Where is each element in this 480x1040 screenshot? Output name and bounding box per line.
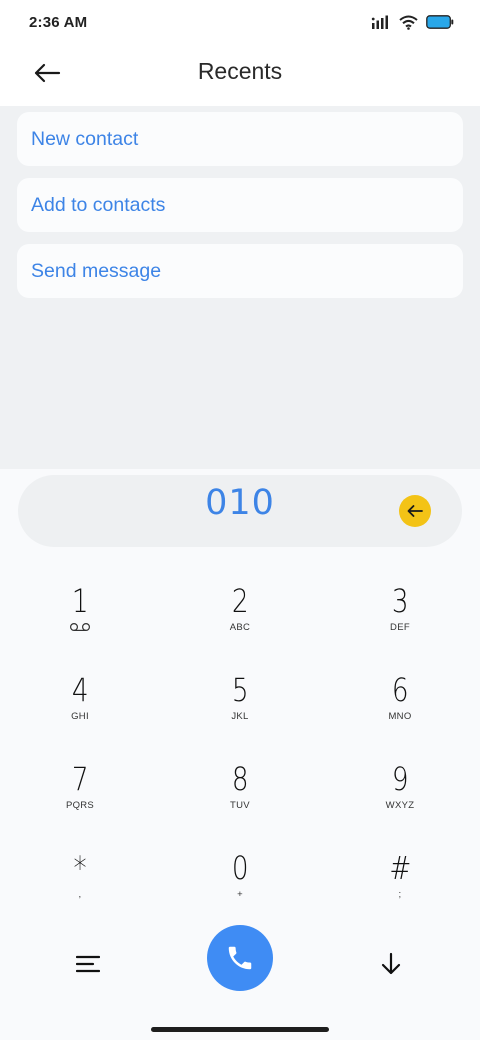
- key-5[interactable]: 5 JKL: [180, 671, 300, 747]
- status-bar: 2:36 AM: [0, 0, 480, 44]
- key-letters: JKL: [231, 711, 249, 722]
- home-indicator[interactable]: [151, 1027, 329, 1032]
- key-letters: MNO: [388, 711, 412, 722]
- key-digit: 0: [231, 849, 249, 887]
- key-digit: 4: [71, 671, 89, 709]
- wifi-icon: [399, 15, 418, 30]
- key-digit: 1: [71, 582, 89, 620]
- key-letters: ;: [398, 889, 402, 900]
- backspace-arrow-icon: [407, 505, 423, 517]
- backspace-button[interactable]: [399, 495, 431, 527]
- key-letters: +: [237, 889, 243, 900]
- key-4[interactable]: 4 GHI: [20, 671, 140, 747]
- add-to-contacts-button[interactable]: Add to contacts: [17, 178, 463, 232]
- dialed-number: 010: [205, 483, 275, 523]
- key-3[interactable]: 3 DEF: [340, 582, 460, 658]
- key-digit: 5: [231, 671, 249, 709]
- key-0[interactable]: 0 +: [180, 849, 300, 925]
- key-letters: PQRS: [65, 800, 95, 811]
- key-7[interactable]: 7 PQRS: [20, 760, 140, 836]
- key-6[interactable]: 6 MNO: [340, 671, 460, 747]
- key-digit: 8: [231, 760, 249, 798]
- new-contact-button[interactable]: New contact: [17, 112, 463, 166]
- key-star[interactable]: * ,: [20, 849, 140, 925]
- key-1[interactable]: 1: [20, 582, 140, 658]
- number-display: 010: [18, 475, 462, 547]
- key-digit: 6: [391, 671, 409, 709]
- key-digit: *: [73, 849, 87, 887]
- menu-icon: [76, 955, 100, 973]
- key-letters: ,: [78, 889, 82, 900]
- battery-icon: [426, 15, 454, 29]
- voicemail-icon: [69, 622, 91, 632]
- key-digit: 3: [391, 582, 409, 620]
- key-9[interactable]: 9 WXYZ: [340, 760, 460, 836]
- key-digit: 2: [231, 582, 249, 620]
- dialer-bottom-bar: [0, 924, 480, 1000]
- status-time: 2:36 AM: [29, 13, 88, 31]
- key-letters: GHI: [71, 711, 89, 722]
- key-2[interactable]: 2 ABC: [180, 582, 300, 658]
- key-digit: 7: [71, 760, 89, 798]
- phone-icon: [228, 946, 252, 970]
- actions-panel: New contact Add to contacts Send message: [0, 106, 480, 469]
- call-button[interactable]: [207, 925, 273, 991]
- signal-icon: [371, 15, 388, 29]
- key-letters: WXYZ: [385, 800, 415, 811]
- arrow-down-icon: [381, 952, 401, 975]
- dialpad: 010 1 2 ABC 3 DEF 4 GHI 5 JKL 6 MNO 7 PQ…: [0, 469, 480, 1020]
- key-digit: 9: [391, 760, 409, 798]
- key-letters: ABC: [229, 622, 251, 633]
- page-title: Recents: [197, 58, 283, 84]
- key-hash[interactable]: # ;: [340, 849, 460, 925]
- send-message-button[interactable]: Send message: [17, 244, 463, 298]
- key-8[interactable]: 8 TUV: [180, 760, 300, 836]
- key-digit: #: [389, 849, 411, 887]
- key-letters: DEF: [390, 622, 410, 633]
- key-letters: TUV: [230, 800, 250, 811]
- status-icons: [371, 15, 454, 30]
- header: Recents: [0, 44, 480, 106]
- collapse-dialpad-button[interactable]: [373, 946, 409, 982]
- menu-button[interactable]: [70, 946, 106, 982]
